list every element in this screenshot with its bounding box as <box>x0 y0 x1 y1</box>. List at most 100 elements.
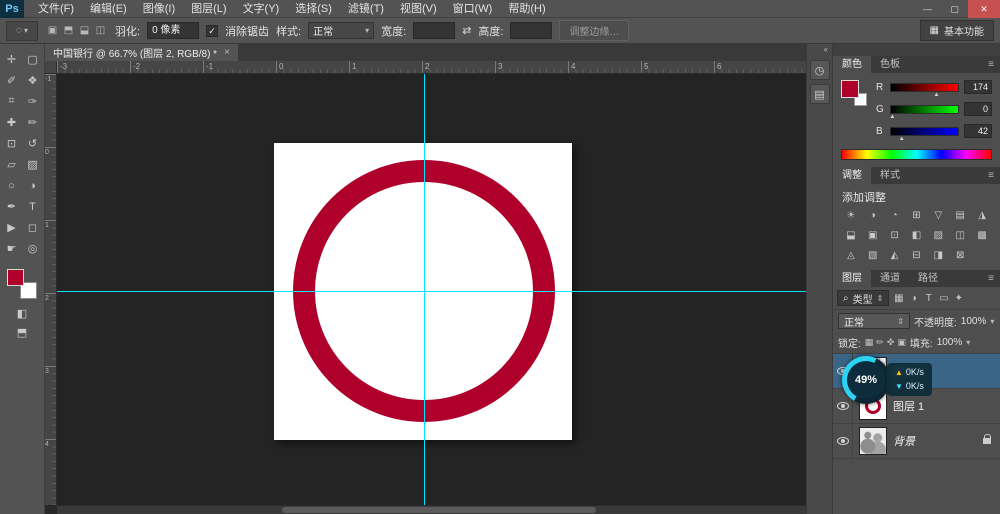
layer-filter-icon[interactable]: ▭ <box>936 293 951 304</box>
opacity-value[interactable]: 100% <box>961 316 987 327</box>
layer-filter-icon[interactable]: ◑ <box>906 293 921 304</box>
screen-mode-icon[interactable]: ⬒ <box>17 326 27 339</box>
path-selection-tool-icon[interactable]: ▶ <box>1 217 22 238</box>
red-value-input[interactable]: 174 <box>964 80 992 94</box>
green-slider[interactable]: ▲ <box>890 105 959 114</box>
dodge-tool-icon[interactable]: ◑ <box>22 175 43 196</box>
adjustment-icon[interactable]: ☀ <box>840 208 862 223</box>
adjustment-icon[interactable]: ◬ <box>840 248 862 263</box>
layer-name[interactable]: 图层 1 <box>893 398 924 414</box>
pen-tool-icon[interactable]: ✒ <box>1 196 22 217</box>
tab-styles[interactable]: 样式 <box>871 167 909 184</box>
panel-menu-icon[interactable]: ≡ <box>982 56 1000 73</box>
healing-brush-tool-icon[interactable]: ✚ <box>1 112 22 133</box>
menu-item[interactable]: 滤镜(T) <box>340 0 392 18</box>
eyedropper-tool-icon[interactable]: ✑ <box>22 91 43 112</box>
selection-mode-icon[interactable]: ⬒ <box>61 25 76 36</box>
maximize-button[interactable]: ▢ <box>941 0 968 18</box>
crop-tool-icon[interactable]: ⌗ <box>1 91 22 112</box>
panel-foreground-swatch[interactable] <box>841 80 859 98</box>
document-tab[interactable]: 中国银行 @ 66.7% (图层 2, RGB/8) * × <box>45 44 238 61</box>
width-input[interactable] <box>413 22 455 39</box>
eraser-tool-icon[interactable]: ▱ <box>1 154 22 175</box>
quick-selection-tool-icon[interactable]: ❖ <box>22 70 43 91</box>
adjustment-icon[interactable]: ▨ <box>927 228 949 243</box>
tab-swatches[interactable]: 色板 <box>871 56 909 73</box>
menu-item[interactable]: 视图(V) <box>392 0 445 18</box>
blue-value-input[interactable]: 42 <box>964 124 992 138</box>
selection-mode-icon[interactable]: ▣ <box>45 25 60 36</box>
quick-mask-icon[interactable]: ◧ <box>17 307 27 320</box>
fill-value[interactable]: 100% <box>937 337 963 348</box>
current-tool-preview[interactable]: ◌ ▾ <box>6 21 38 41</box>
clone-stamp-tool-icon[interactable]: ⊡ <box>1 133 22 154</box>
zoom-tool-icon[interactable]: ◎ <box>22 238 43 259</box>
adjustment-icon[interactable]: ⊠ <box>949 248 971 263</box>
tab-paths[interactable]: 路径 <box>909 270 947 287</box>
tab-close-icon[interactable]: × <box>224 47 230 58</box>
menu-item[interactable]: 文字(Y) <box>235 0 288 18</box>
adjustment-icon[interactable]: ◫ <box>949 228 971 243</box>
antialias-checkbox[interactable]: ✓ <box>206 25 218 37</box>
adjustment-icon[interactable]: ▩ <box>971 228 993 243</box>
canvas-viewport[interactable] <box>57 74 806 505</box>
height-input[interactable] <box>510 22 552 39</box>
adjustment-icon[interactable]: ⊟ <box>906 248 928 263</box>
adjustment-icon[interactable]: ▧ <box>862 248 884 263</box>
history-brush-tool-icon[interactable]: ↺ <box>22 133 43 154</box>
visibility-cell[interactable] <box>833 424 853 458</box>
rectangular-marquee-tool-icon[interactable]: ▢ <box>22 49 43 70</box>
gradient-tool-icon[interactable]: ▨ <box>22 154 43 175</box>
layer-row-background[interactable]: 背景 <box>833 424 1000 459</box>
blue-slider[interactable]: ▲ <box>890 127 959 136</box>
adjustment-icon[interactable]: ◑ <box>862 208 884 223</box>
tab-color[interactable]: 颜色 <box>833 56 871 73</box>
menu-item[interactable]: 文件(F) <box>30 0 82 18</box>
move-tool-icon[interactable]: ✛ <box>1 49 22 70</box>
adjustment-icon[interactable]: ▽ <box>927 208 949 223</box>
adjustment-icon[interactable]: ◧ <box>906 228 928 243</box>
hand-tool-icon[interactable]: ☛ <box>1 238 22 259</box>
layer-filter-icon[interactable]: T <box>921 293 936 304</box>
slider-marker-icon[interactable]: ▲ <box>934 92 940 98</box>
menu-item[interactable]: 图层(L) <box>183 0 234 18</box>
shape-tool-icon[interactable]: ◻ <box>22 217 43 238</box>
layer-filter-icon[interactable]: ✦ <box>951 293 966 304</box>
tab-layers[interactable]: 图层 <box>833 270 871 287</box>
workspace-switcher[interactable]: ▦ 基本功能 <box>920 20 994 41</box>
history-panel-icon[interactable]: ◷ <box>810 60 830 80</box>
slider-marker-icon[interactable]: ▲ <box>889 114 895 120</box>
adjustment-icon[interactable]: ▣ <box>862 228 884 243</box>
red-slider[interactable]: ▲ <box>890 83 959 92</box>
adjustment-icon[interactable]: ▤ <box>949 208 971 223</box>
swap-dimensions-icon[interactable]: ⇄ <box>462 24 471 37</box>
blur-tool-icon[interactable]: ○ <box>1 175 22 196</box>
selection-mode-icon[interactable]: ⬓ <box>77 25 92 36</box>
menu-item[interactable]: 帮助(H) <box>500 0 553 18</box>
properties-panel-icon[interactable]: ▤ <box>810 84 830 104</box>
chevron-down-icon[interactable]: ▾ <box>966 338 970 347</box>
layer-filter-select[interactable]: ⌕ 类型 ⇕ <box>837 290 889 306</box>
selection-mode-icon[interactable]: ◫ <box>93 25 108 36</box>
menu-item[interactable]: 编辑(E) <box>82 0 135 18</box>
expand-dock-icon[interactable]: « <box>807 44 832 56</box>
menu-item[interactable]: 图像(I) <box>135 0 183 18</box>
lock-option-icon[interactable]: ▦ <box>865 337 874 348</box>
color-spectrum-ramp[interactable] <box>841 149 992 160</box>
lasso-tool-icon[interactable]: ✐ <box>1 70 22 91</box>
layer-name[interactable]: 背景 <box>893 433 915 449</box>
layer-thumbnail[interactable] <box>859 427 887 455</box>
panel-menu-icon[interactable]: ≡ <box>982 167 1000 184</box>
scrollbar-thumb[interactable] <box>282 507 597 513</box>
slider-marker-icon[interactable]: ▲ <box>899 136 905 142</box>
lock-option-icon[interactable]: ✏ <box>876 337 884 348</box>
brush-tool-icon[interactable]: ✏ <box>22 112 43 133</box>
tab-channels[interactable]: 通道 <box>871 270 909 287</box>
horizontal-guide[interactable] <box>57 291 806 292</box>
adjustment-icon[interactable]: ⊡ <box>884 228 906 243</box>
style-select[interactable]: 正常 ▾ <box>308 22 374 39</box>
adjustment-icon[interactable]: ◮ <box>971 208 993 223</box>
adjustment-icon[interactable]: ⬓ <box>840 228 862 243</box>
feather-input[interactable]: 0 像素 <box>147 22 199 39</box>
tab-adjustments[interactable]: 调整 <box>833 167 871 184</box>
